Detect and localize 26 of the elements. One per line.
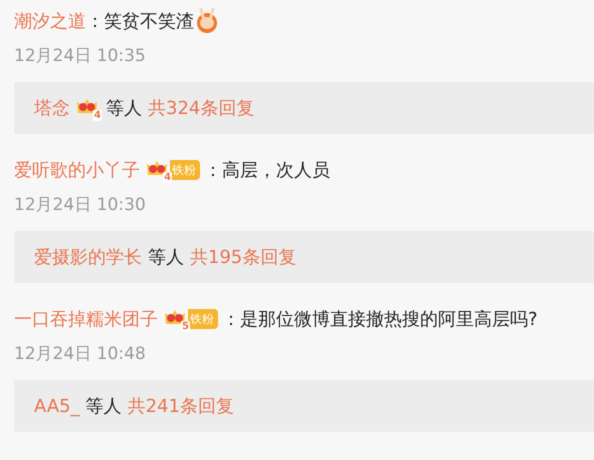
username[interactable]: 爱听歌的小丫子 bbox=[14, 158, 140, 182]
username[interactable]: 一口吞掉糯米团子 bbox=[14, 307, 158, 331]
comment-text: ：笑贫不笑渣 bbox=[86, 10, 194, 33]
reply-summary-panel[interactable]: 塔念 4 等人 共324条回复 bbox=[14, 82, 594, 134]
reply-middle-text: 等人 bbox=[148, 246, 184, 269]
comment-text: ：是那位微博直接撤热搜的阿里高层吗? bbox=[222, 308, 538, 331]
reply-count-link[interactable]: 共241条回复 bbox=[128, 394, 234, 418]
reply-summary-panel[interactable]: AA5_ 等人 共241条回复 bbox=[14, 380, 594, 432]
comment-text: ：高层，次人员 bbox=[204, 159, 330, 182]
reply-middle-text: 等人 bbox=[106, 97, 142, 120]
fan-badge: 铁粉 bbox=[170, 160, 200, 180]
reply-count-link[interactable]: 共195条回复 bbox=[190, 245, 296, 269]
reply-username[interactable]: 塔念 bbox=[34, 96, 70, 120]
reply-middle-text: 等人 bbox=[86, 395, 122, 418]
level-number: 4 bbox=[163, 172, 172, 183]
timestamp: 12月24日 10:35 bbox=[14, 44, 147, 68]
level-number: 5 bbox=[181, 321, 190, 332]
timestamp: 12月24日 10:30 bbox=[14, 194, 147, 216]
level-number: 4 bbox=[93, 110, 102, 121]
fan-badge: 铁粉 bbox=[188, 309, 218, 329]
reply-username[interactable]: 爱摄影的学长 bbox=[34, 245, 142, 269]
reply-summary-panel[interactable]: 爱摄影的学长 等人 共195条回复 bbox=[14, 231, 594, 283]
username[interactable]: 潮汐之道 bbox=[14, 9, 86, 33]
reply-username[interactable]: AA5_ bbox=[34, 396, 80, 416]
reply-count-link[interactable]: 共324条回复 bbox=[148, 96, 254, 120]
timestamp: 12月24日 10:48 bbox=[14, 342, 147, 366]
